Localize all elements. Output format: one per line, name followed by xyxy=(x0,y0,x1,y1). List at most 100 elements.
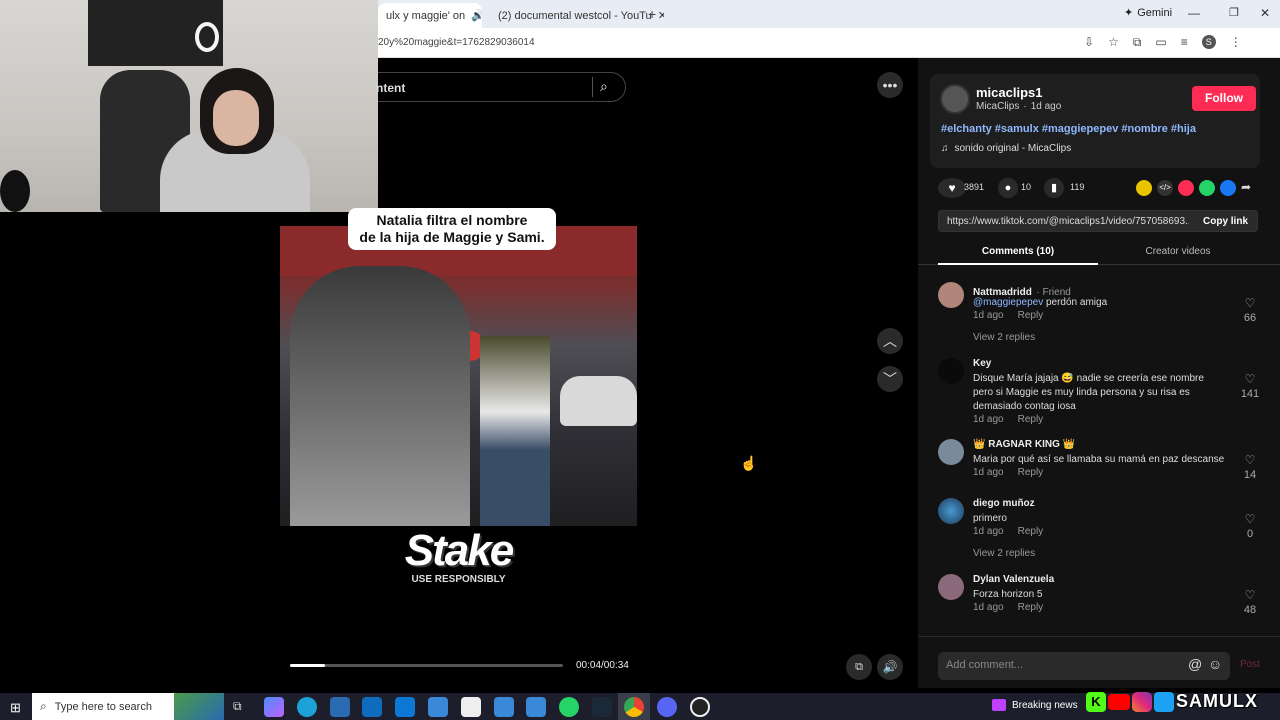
tab-creator-videos[interactable]: Creator videos xyxy=(1098,246,1258,257)
heart-icon[interactable]: ♡ xyxy=(1240,588,1260,602)
coin-icon[interactable] xyxy=(1136,180,1152,196)
progress-bar[interactable] xyxy=(290,664,563,667)
reply-button[interactable]: Reply xyxy=(1018,414,1044,425)
obs-icon[interactable] xyxy=(690,697,710,717)
add-comment-input[interactable]: Add comment... @ ☺ xyxy=(938,652,1230,680)
avatar[interactable] xyxy=(938,439,964,465)
kick-icon: K xyxy=(1086,691,1106,712)
video-caption: Natalia filtra el nombre de la hija de M… xyxy=(348,208,556,250)
chrome-icon[interactable] xyxy=(624,697,644,717)
whatsapp-icon[interactable] xyxy=(559,697,579,717)
comment-author[interactable]: Key xyxy=(973,358,991,369)
avatar[interactable] xyxy=(938,574,964,600)
comment-likes: 141 xyxy=(1240,388,1260,400)
outlook-icon[interactable] xyxy=(362,697,382,717)
avatar[interactable] xyxy=(938,282,964,308)
extensions-icon[interactable]: ⧉ xyxy=(1133,35,1142,50)
post-button[interactable]: Post xyxy=(1240,659,1260,670)
taskbar-search[interactable]: ⌕ Type here to search xyxy=(32,693,224,720)
star-icon[interactable]: ☆ xyxy=(1108,35,1119,50)
edge-icon[interactable] xyxy=(297,697,317,717)
heart-icon[interactable]: ♡ xyxy=(1240,453,1260,467)
install-icon[interactable]: ⇩ xyxy=(1084,35,1094,50)
steam-icon[interactable] xyxy=(592,697,612,717)
comment-text: primero xyxy=(973,513,1007,524)
brand-name: SAMULX xyxy=(1176,691,1258,711)
avatar[interactable] xyxy=(938,498,964,524)
store-icon[interactable] xyxy=(395,697,415,717)
search-input[interactable]: ntent ⌕ xyxy=(376,72,626,102)
close-window-button[interactable]: ✕ xyxy=(1260,6,1270,20)
author-avatar[interactable] xyxy=(940,84,970,114)
file-icon[interactable] xyxy=(461,697,481,717)
comment-author[interactable]: 👑 RAGNAR KING 👑 xyxy=(973,439,1075,450)
comment-time: 1d ago xyxy=(973,526,1004,537)
volume-button[interactable]: 🔊 xyxy=(877,654,903,680)
speaker-icon[interactable]: 🔊 xyxy=(471,9,482,22)
person-background xyxy=(480,336,550,526)
browser-toolbar: ⇩ ☆ ⧉ ▭ ≡ S ⋮ xyxy=(1084,35,1242,50)
comment-text: Maria por qué así se llamaba su mamá en … xyxy=(973,454,1225,465)
search-icon[interactable]: ⌕ xyxy=(600,78,608,95)
reply-button[interactable]: Reply xyxy=(1018,310,1044,321)
app-icon[interactable] xyxy=(330,697,350,717)
task-view-icon[interactable]: ⧉ xyxy=(233,699,242,714)
reply-button[interactable]: Reply xyxy=(1018,526,1044,537)
view-replies-button[interactable]: View 2 replies xyxy=(973,548,1035,559)
author-username[interactable]: micaclips1 xyxy=(976,85,1043,100)
mention-icon[interactable]: @ xyxy=(1188,656,1202,672)
tab-comments[interactable]: Comments (10) xyxy=(938,246,1098,257)
maximize-button[interactable]: ❐ xyxy=(1229,6,1239,19)
browser-tab-active[interactable]: ulx y maggie' on 🔊 ✕ xyxy=(378,3,482,28)
app-icon[interactable] xyxy=(494,697,514,717)
menu-icon[interactable]: ⋮ xyxy=(1230,35,1242,50)
avatar[interactable] xyxy=(938,358,964,384)
comment-author[interactable]: diego muñoz xyxy=(973,498,1035,509)
profile-icon[interactable]: S xyxy=(1201,35,1216,49)
comment-mention[interactable]: @maggiepepev xyxy=(973,297,1043,308)
gemini-button[interactable]: ✦ Gemini xyxy=(1124,6,1172,20)
comment-likes: 14 xyxy=(1243,469,1257,481)
url-text[interactable]: 20y%20maggie&t=1762829036014 xyxy=(378,37,535,48)
comment-likes: 48 xyxy=(1243,604,1257,616)
reply-button[interactable]: Reply xyxy=(1018,467,1044,478)
emoji-icon[interactable]: ☺ xyxy=(1208,656,1222,672)
windows-start-icon[interactable]: ⊞ xyxy=(10,700,21,716)
copilot-icon[interactable] xyxy=(264,697,284,717)
sound-info[interactable]: ♫ sonido original - MicaClips xyxy=(941,143,1071,154)
news-widget[interactable]: Breaking news xyxy=(992,699,1078,711)
heart-icon[interactable]: ♡ xyxy=(1240,372,1260,386)
facebook-icon[interactable] xyxy=(1220,180,1236,196)
minimize-button[interactable]: — xyxy=(1188,6,1200,20)
more-options-button[interactable]: ••• xyxy=(877,72,903,98)
bookmark-icon[interactable]: ▮ xyxy=(1044,178,1064,198)
app-icon[interactable] xyxy=(428,697,448,717)
share-icon[interactable]: ➦ xyxy=(1241,180,1257,196)
comment-author[interactable]: Dylan Valenzuela xyxy=(973,574,1054,585)
browser-tab[interactable]: (2) documental westcol - YouTu ✕ xyxy=(484,3,664,28)
cast-icon[interactable]: ▭ xyxy=(1155,35,1166,50)
new-tab-button[interactable]: + xyxy=(648,6,656,22)
share-link[interactable]: https://www.tiktok.com/@micaclips1/video… xyxy=(947,216,1189,227)
send-icon[interactable] xyxy=(1178,180,1194,196)
next-video-button[interactable]: ﹀ xyxy=(877,366,903,392)
heart-icon[interactable]: ♡ xyxy=(1240,512,1260,526)
app-icon[interactable] xyxy=(526,697,546,717)
tab-title: (2) documental westcol - YouTu xyxy=(498,9,652,22)
like-icon[interactable]: ♥ xyxy=(938,178,966,198)
view-replies-button[interactable]: View 2 replies xyxy=(973,332,1035,343)
close-icon[interactable]: ✕ xyxy=(658,9,664,22)
previous-video-button[interactable]: ︿ xyxy=(877,328,903,354)
discord-icon[interactable] xyxy=(657,697,677,717)
pip-button[interactable]: ⧉ xyxy=(846,654,872,680)
comment-time: 1d ago xyxy=(973,467,1004,478)
copy-link-button[interactable]: Copy link xyxy=(1203,216,1248,227)
follow-button[interactable]: Follow xyxy=(1192,86,1256,111)
hashtags[interactable]: #elchanty #samulx #maggiepepev #nombre #… xyxy=(941,123,1196,135)
heart-icon[interactable]: ♡ xyxy=(1240,296,1260,310)
whatsapp-icon[interactable] xyxy=(1199,180,1215,196)
reply-button[interactable]: Reply xyxy=(1018,602,1044,613)
embed-icon[interactable]: </> xyxy=(1157,180,1173,196)
media-icon[interactable]: ≡ xyxy=(1181,35,1188,50)
comment-icon[interactable]: ● xyxy=(998,178,1018,198)
